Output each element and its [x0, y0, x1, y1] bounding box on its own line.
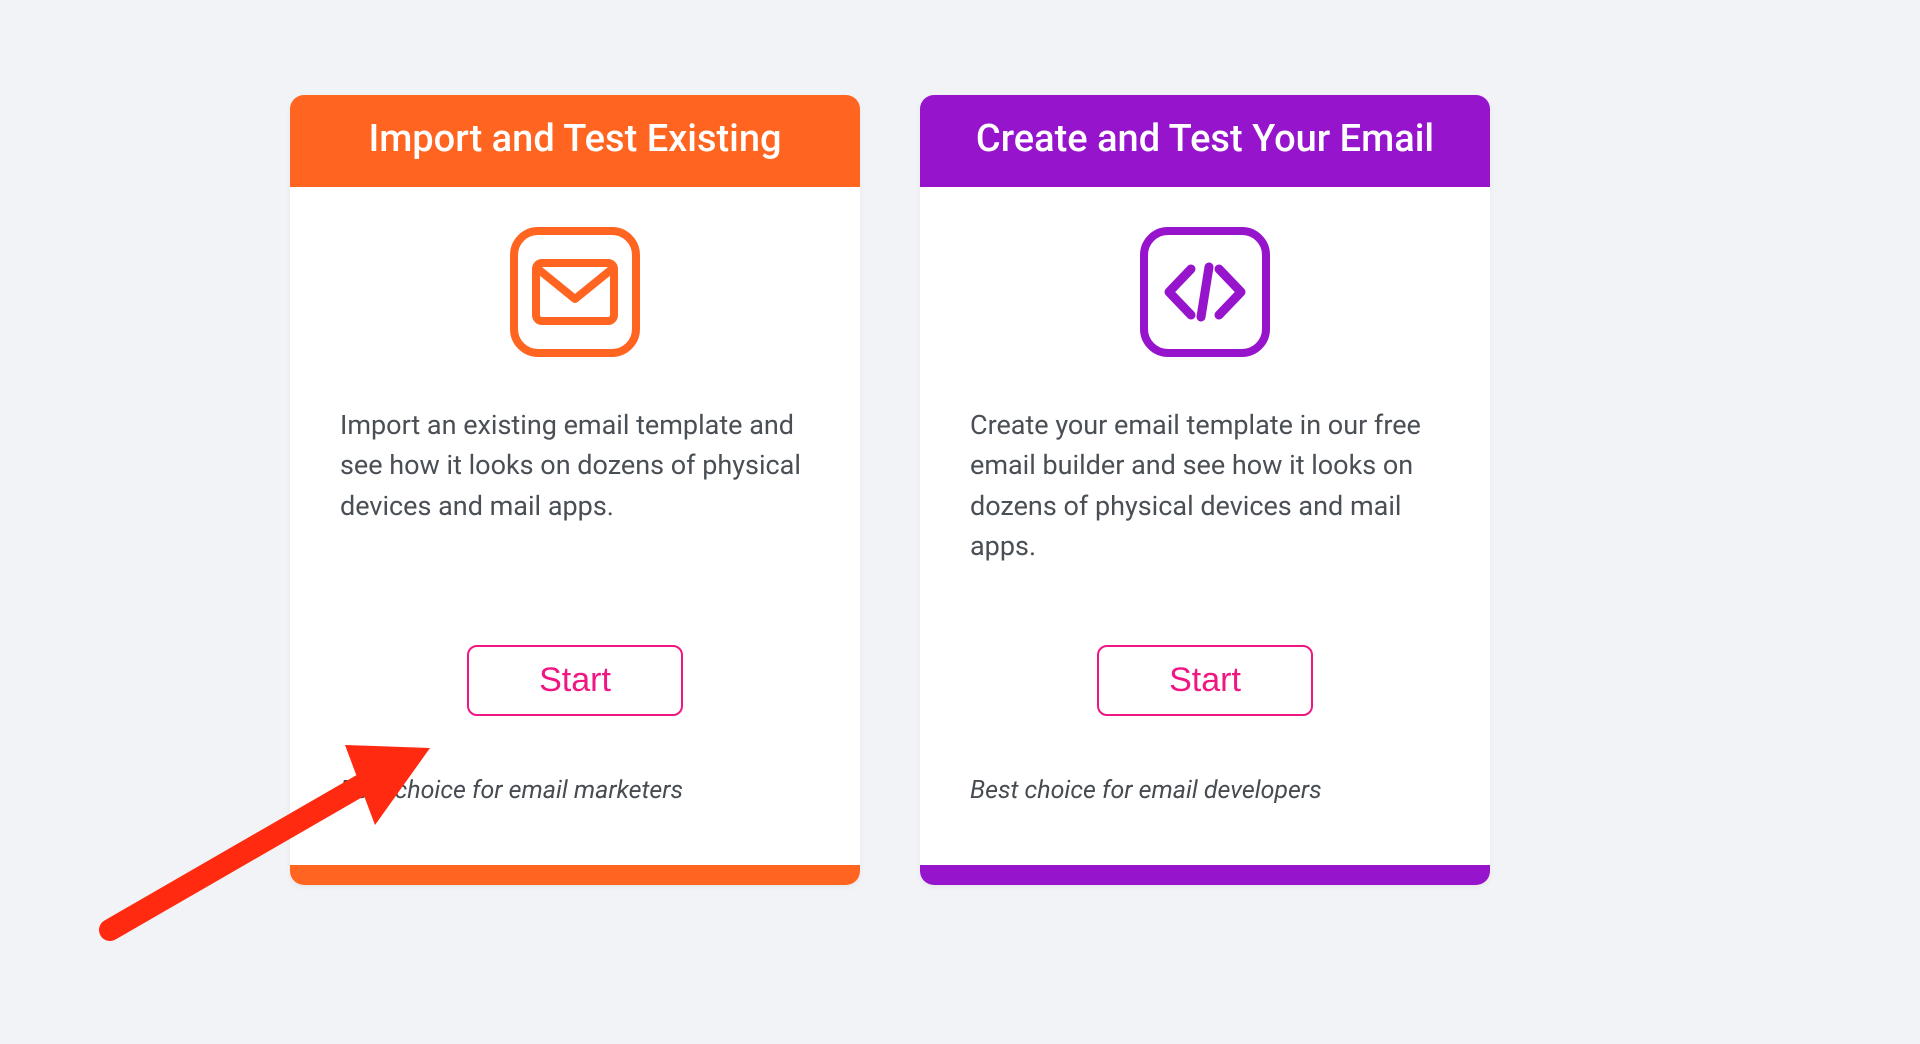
- card-create-body: Create your email template in our free e…: [920, 187, 1490, 865]
- start-create-button[interactable]: Start: [1097, 645, 1313, 716]
- card-create-bottom-bar: [920, 865, 1490, 885]
- card-import-body: Import an existing email template and se…: [290, 187, 860, 865]
- mail-icon: [510, 227, 640, 357]
- card-import-icon-wrap: [340, 227, 810, 357]
- card-create-desc: Create your email template in our free e…: [970, 405, 1440, 575]
- card-import-title: Import and Test Existing: [290, 95, 860, 187]
- card-import-footer: Best choice for email marketers: [340, 776, 810, 835]
- code-icon: [1140, 227, 1270, 357]
- option-cards: Import and Test Existing Import an exist…: [290, 95, 1490, 885]
- card-create-icon-wrap: [970, 227, 1440, 357]
- card-import-bottom-bar: [290, 865, 860, 885]
- start-import-button[interactable]: Start: [467, 645, 683, 716]
- card-create-test: Create and Test Your Email Create your e…: [920, 95, 1490, 885]
- card-import-test: Import and Test Existing Import an exist…: [290, 95, 860, 885]
- card-create-title: Create and Test Your Email: [920, 95, 1490, 187]
- card-create-footer: Best choice for email developers: [970, 776, 1440, 835]
- card-import-desc: Import an existing email template and se…: [340, 405, 810, 575]
